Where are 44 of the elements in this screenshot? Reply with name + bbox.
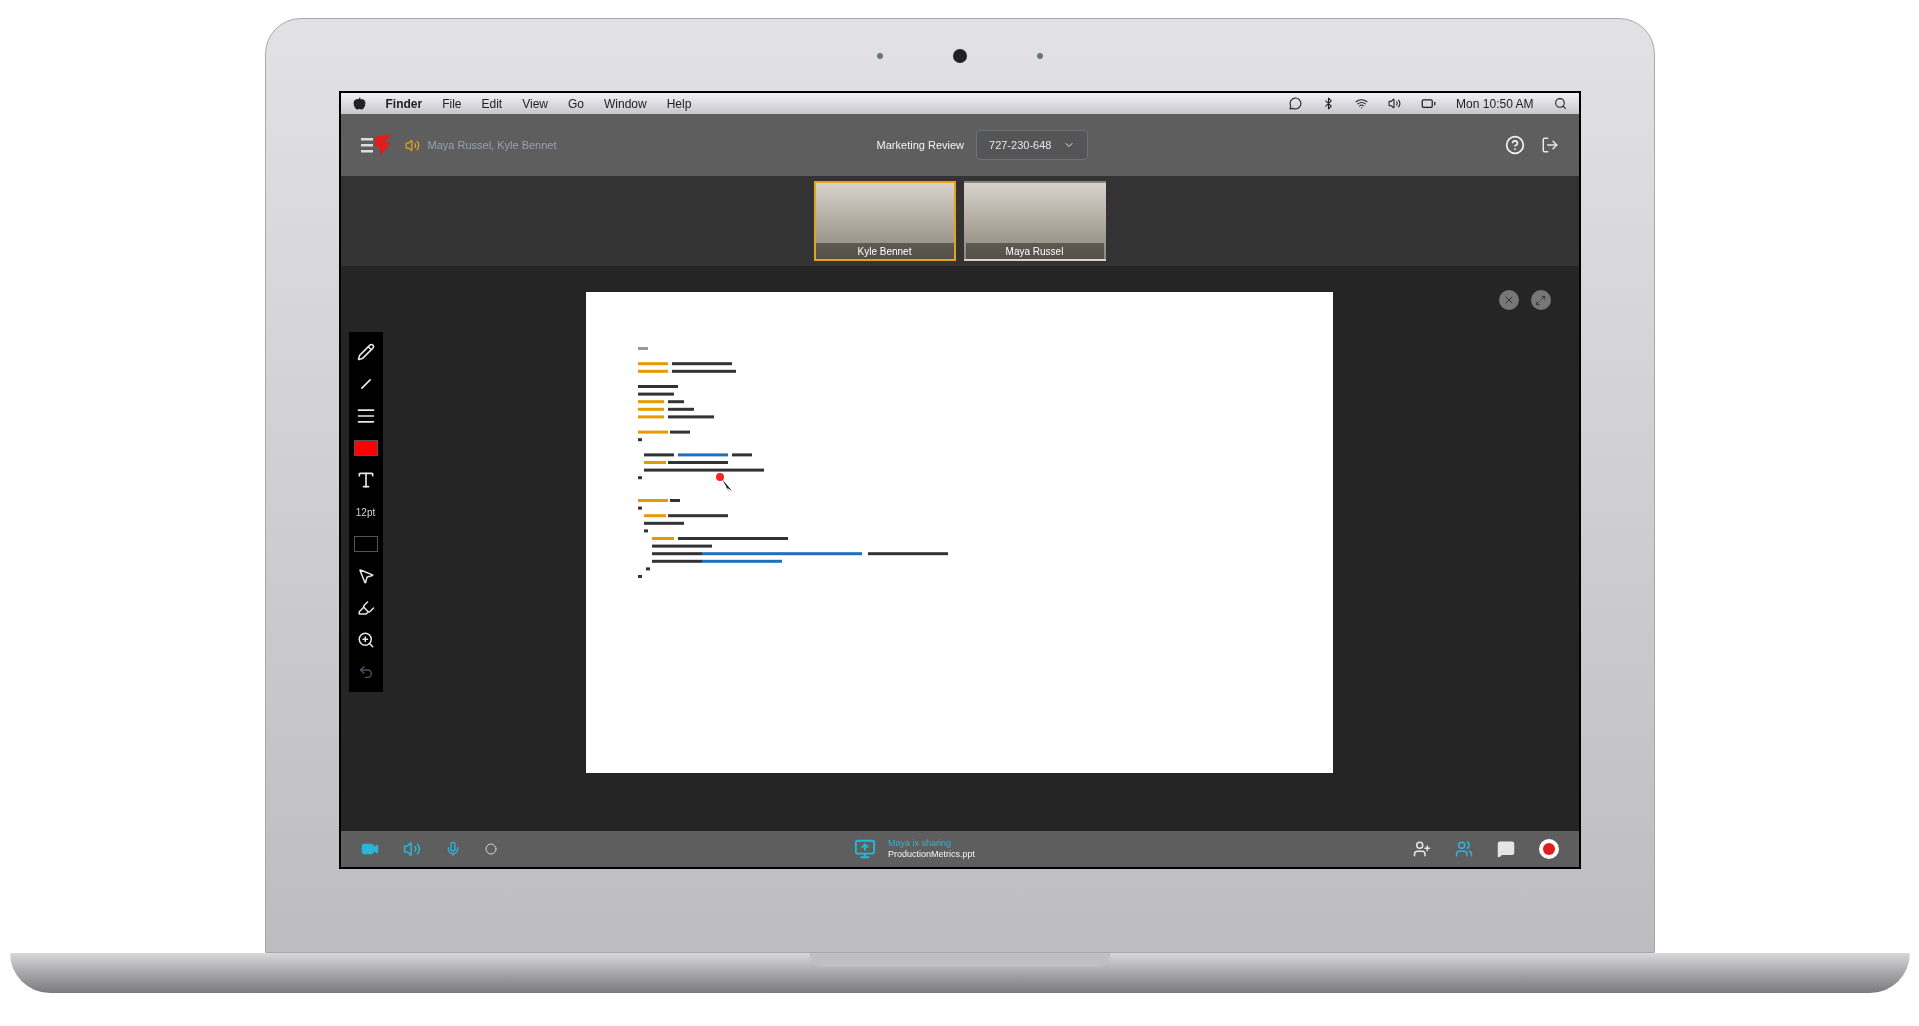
- font-size-tool[interactable]: 12pt: [355, 498, 376, 526]
- zoom-icon[interactable]: [356, 631, 375, 649]
- menu-item[interactable]: Help: [666, 94, 692, 113]
- highlighter-icon[interactable]: [356, 599, 375, 617]
- shared-file-name: ProductionMetrics.ppt: [887, 849, 975, 861]
- menu-logo-icon[interactable]: [360, 133, 393, 157]
- add-person-icon[interactable]: [1412, 840, 1431, 858]
- wifi-icon[interactable]: [1355, 97, 1369, 110]
- meeting-title: Marketing Review: [876, 137, 964, 153]
- exit-icon[interactable]: [1540, 136, 1559, 154]
- line-weight-icon[interactable]: [355, 406, 376, 426]
- menu-item[interactable]: Go: [568, 94, 584, 113]
- pencil-icon[interactable]: [356, 343, 375, 361]
- menu-clock: Mon 10:50 AM: [1456, 95, 1534, 113]
- speaker-icon: [404, 137, 420, 153]
- volume-icon[interactable]: [1388, 97, 1402, 110]
- record-button[interactable]: [1538, 839, 1559, 859]
- screen-share-icon[interactable]: [853, 838, 876, 860]
- help-icon[interactable]: [1504, 135, 1525, 155]
- video-tile[interactable]: Kyle Bennet: [813, 181, 956, 261]
- participant-name: Kyle Bennet: [857, 244, 912, 259]
- participants-names: Maya Russel, Kyle Bennet: [427, 137, 557, 153]
- menu-item[interactable]: Edit: [481, 94, 503, 113]
- speaker-icon[interactable]: [402, 840, 421, 858]
- camera-icon: [952, 49, 967, 63]
- video-tile[interactable]: Maya Russel: [963, 181, 1106, 261]
- battery-icon[interactable]: [1421, 96, 1437, 111]
- menu-app-name[interactable]: Finder: [385, 94, 423, 113]
- sharing-status: Maya is sharing: [887, 837, 952, 849]
- color-swatch[interactable]: [353, 536, 378, 552]
- chat-icon[interactable]: [1496, 840, 1515, 858]
- expand-icon[interactable]: [1535, 294, 1546, 306]
- menu-item[interactable]: File: [442, 94, 462, 113]
- chat-bubble-icon[interactable]: [1289, 97, 1303, 110]
- menu-item[interactable]: View: [522, 94, 548, 113]
- undo-icon[interactable]: [357, 664, 374, 680]
- menu-item[interactable]: Window: [604, 94, 647, 113]
- apple-icon[interactable]: [352, 97, 366, 110]
- color-swatch[interactable]: [353, 440, 378, 456]
- search-icon[interactable]: [1553, 97, 1567, 110]
- meeting-id-dropdown[interactable]: 727-230-648: [976, 129, 1089, 161]
- pointer-icon[interactable]: [356, 567, 375, 585]
- participants-icon[interactable]: [1454, 840, 1473, 858]
- participant-name: Maya Russel: [1005, 244, 1064, 259]
